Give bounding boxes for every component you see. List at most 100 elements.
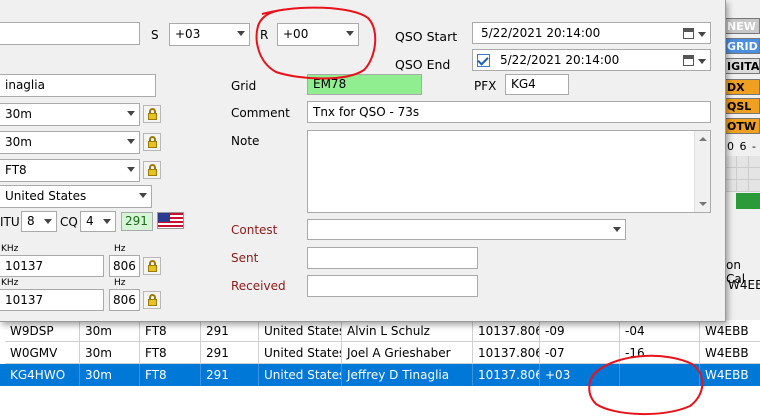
- scroll-down-icon[interactable]: [699, 202, 707, 206]
- check-icon: [477, 54, 489, 66]
- right-status-button[interactable]: DX: [724, 79, 760, 95]
- lock-freq-1-button[interactable]: [143, 257, 161, 275]
- qso-entry-panel: S +03 R +00 QSO Start 5/22/2021 20:14:00…: [0, 0, 726, 322]
- cq-select[interactable]: 4: [80, 211, 116, 232]
- qso-end-label: QSO End: [395, 57, 451, 72]
- table-cell-mode[interactable]: FT8: [140, 364, 201, 386]
- band-1-value: 30m: [5, 107, 32, 121]
- rst-sent-select[interactable]: +03: [169, 23, 250, 46]
- right-status-button[interactable]: NEW F: [724, 18, 760, 34]
- lock-band-1-button[interactable]: [143, 105, 161, 123]
- pfx-value: KG4: [511, 77, 536, 91]
- table-cell-dxcc[interactable]: 291: [201, 364, 259, 386]
- qso-end-datetime[interactable]: 5/22/2021 20:14:00: [472, 49, 711, 71]
- right-status-button[interactable]: OTW: [724, 118, 760, 134]
- right-status-button[interactable]: GRID: [724, 38, 760, 54]
- s-label: S: [151, 28, 159, 42]
- cq-label: CQ: [60, 215, 78, 229]
- cq-value: 4: [86, 214, 94, 228]
- scroll-up-icon[interactable]: [699, 137, 707, 141]
- right-green-cells: [736, 193, 760, 209]
- table-row[interactable]: W0GMV 30m FT8 291 United States Joel A Griesh…: [0, 342, 760, 364]
- table-cell-name[interactable]: Joel A Grieshaber: [342, 342, 473, 364]
- qso-start-value: 5/22/2021 20:14:00: [481, 26, 601, 40]
- name-field[interactable]: inaglia: [0, 74, 156, 97]
- khz-1-label: KHz: [1, 244, 19, 254]
- table-cell-country[interactable]: United States: [259, 320, 342, 342]
- table-cell-mode[interactable]: FT8: [140, 342, 201, 364]
- table-cell-country[interactable]: United States: [259, 364, 342, 386]
- right-digits: 0 6 -: [727, 140, 757, 153]
- pfx-field[interactable]: KG4: [505, 74, 569, 95]
- table-cell-name[interactable]: Alvin L Schulz: [342, 320, 473, 342]
- contest-select[interactable]: [307, 219, 626, 240]
- chevron-down-icon: [127, 167, 135, 172]
- table-cell-mode[interactable]: FT8: [140, 320, 201, 342]
- sent-field[interactable]: [307, 247, 478, 269]
- qso-end-checkbox[interactable]: [477, 54, 490, 67]
- rst-sent-value: +03: [175, 27, 201, 41]
- table-cell-rst-r[interactable]: -04: [620, 320, 700, 342]
- table-cell-rst-r[interactable]: -16: [620, 342, 700, 364]
- received-field[interactable]: [307, 275, 478, 297]
- table-cell-op[interactable]: W4EBB: [700, 320, 760, 342]
- rst-rcvd-select[interactable]: +00: [277, 23, 359, 46]
- freq-hz-2-field[interactable]: 806: [109, 289, 140, 311]
- right-status-button[interactable]: QSL: [724, 98, 760, 114]
- band-select-2[interactable]: 30m: [0, 131, 140, 154]
- lock-freq-2-button[interactable]: [143, 291, 161, 309]
- table-cell-rst-r[interactable]: [620, 364, 700, 386]
- table-cell-name[interactable]: Jeffrey D Tinaglia: [342, 364, 473, 386]
- note-scrollbar[interactable]: [694, 131, 710, 212]
- table-cell-rst-s[interactable]: +03: [540, 364, 620, 386]
- table-cell-rst-s[interactable]: -09: [540, 320, 620, 342]
- note-textarea[interactable]: [307, 130, 711, 213]
- table-cell-freq[interactable]: 10137.806: [473, 342, 540, 364]
- table-cell-band[interactable]: 30m: [80, 320, 140, 342]
- table-cell-call[interactable]: W0GMV: [5, 342, 80, 364]
- table-cell-band[interactable]: 30m: [80, 342, 140, 364]
- table-cell-call[interactable]: W9DSP: [5, 320, 80, 342]
- table-row[interactable]: W9DSP 30m FT8 291 United States Alvin L Schul…: [0, 320, 760, 342]
- freq-khz-1-field[interactable]: 10137: [0, 255, 104, 277]
- table-row[interactable]: KG4HWO 30m FT8 291 United States Jeffrey D Ti…: [0, 364, 760, 386]
- chevron-down-icon: [237, 31, 245, 36]
- mode-select[interactable]: FT8: [0, 159, 140, 182]
- itu-select[interactable]: 8: [21, 211, 57, 232]
- right-status-button[interactable]: IGITAL: [724, 58, 760, 74]
- calendar-icon: [683, 55, 694, 66]
- country-value: United States: [5, 189, 87, 203]
- chevron-down-icon: [44, 219, 52, 224]
- table-cell-call[interactable]: KG4HWO: [5, 364, 80, 386]
- freq-hz-1-field[interactable]: 806: [109, 255, 140, 277]
- table-cell-op[interactable]: W4EBB: [700, 342, 760, 364]
- table-cell-dxcc[interactable]: 291: [201, 320, 259, 342]
- chevron-down-icon: [103, 219, 111, 224]
- r-label: R: [260, 28, 269, 42]
- freq-hz-2-value: 806: [113, 293, 136, 307]
- grid-label: Grid: [231, 79, 257, 93]
- table-cell-dxcc[interactable]: 291: [201, 342, 259, 364]
- table-cell-country[interactable]: United States: [259, 342, 342, 364]
- table-cell-freq[interactable]: 10137.806: [473, 364, 540, 386]
- contest-label: Contest: [231, 223, 278, 237]
- comment-value: Tnx for QSO - 73s: [313, 105, 420, 119]
- table-cell-op[interactable]: W4EBB: [700, 364, 760, 386]
- table-cell-band[interactable]: 30m: [80, 364, 140, 386]
- country-select[interactable]: United States: [0, 185, 152, 208]
- chevron-down-icon: [613, 227, 621, 232]
- band-2-value: 30m: [5, 135, 32, 149]
- call-field[interactable]: [0, 22, 140, 45]
- freq-khz-2-field[interactable]: 10137: [0, 289, 104, 311]
- table-cell-freq[interactable]: 10137.806: [473, 320, 540, 342]
- right-first-row-op: W4EBB: [728, 278, 760, 292]
- grid-field[interactable]: EM78: [307, 74, 422, 95]
- band-select-1[interactable]: 30m: [0, 103, 140, 126]
- comment-field[interactable]: Tnx for QSO - 73s: [307, 101, 711, 123]
- right-grid-cells: [724, 156, 760, 192]
- lock-mode-button[interactable]: [143, 161, 161, 179]
- lock-band-2-button[interactable]: [143, 133, 161, 151]
- qso-start-datetime[interactable]: 5/22/2021 20:14:00: [472, 22, 711, 44]
- rst-rcvd-value: +00: [283, 27, 309, 41]
- table-cell-rst-s[interactable]: -07: [540, 342, 620, 364]
